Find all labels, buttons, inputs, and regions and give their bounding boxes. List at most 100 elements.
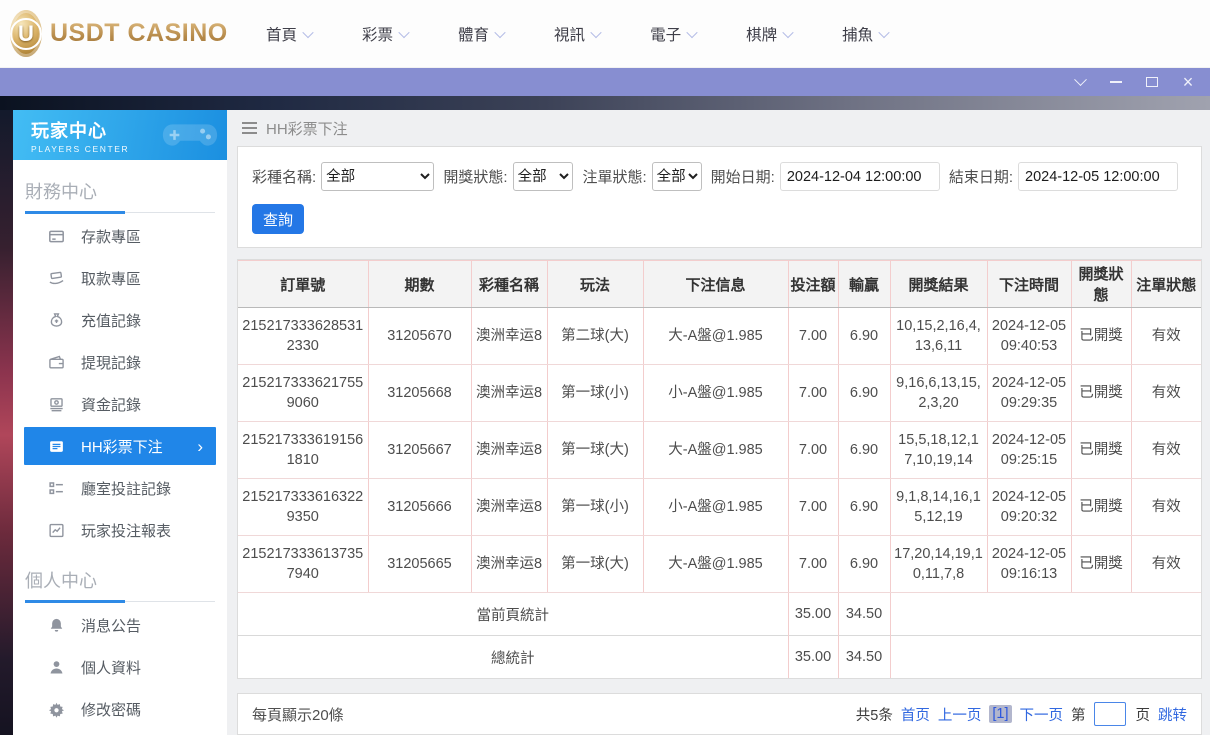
cell-draw-result: 9,1,8,14,16,15,12,19: [889, 478, 987, 537]
column-header: 開獎結果: [889, 260, 987, 309]
nav-item-label: 首頁: [266, 26, 298, 44]
nav-item-lottery[interactable]: 彩票: [362, 23, 410, 45]
page-prefix: 第: [1071, 707, 1086, 724]
cell-order-no: 2152173336191561810: [238, 421, 368, 480]
window-minimize-button[interactable]: [1108, 74, 1124, 90]
cell-win-loss: 6.90: [837, 307, 890, 366]
sidebar-item-label: HH彩票下注: [81, 438, 163, 456]
nav-item-slots[interactable]: 電子: [650, 23, 698, 45]
cell-draw-status: 已開獎: [1070, 307, 1131, 366]
sidebar-item-label: 存款專區: [81, 228, 142, 246]
sidebar-item-announcements[interactable]: 消息公告: [24, 606, 216, 644]
sidebar-item-withdrawal-records[interactable]: 提現記錄: [24, 343, 216, 381]
background-photo-strip: [0, 110, 13, 735]
cell-play: 第一球(大): [546, 535, 643, 594]
section-divider: [25, 211, 215, 214]
chevron-down-icon: [494, 26, 506, 38]
menu-icon[interactable]: [242, 122, 257, 135]
cell-draw-status: 已開獎: [1070, 535, 1131, 594]
cell-win-loss: 6.90: [837, 364, 890, 423]
sidebar-item-deposit[interactable]: 存款專區: [24, 217, 216, 255]
logo[interactable]: U USDT CASINO: [10, 10, 227, 57]
nav-menu: 首頁 彩票 體育 視訊 電子 棋牌 捕魚: [266, 23, 890, 45]
sidebar-item-withdraw[interactable]: 取款專區: [24, 259, 216, 297]
lottery-name-select[interactable]: 全部: [321, 162, 435, 192]
sidebar-section: 個人中心 消息公告 個人資料 修改密碼: [13, 559, 227, 728]
nav-item-live-video[interactable]: 視訊: [554, 23, 602, 45]
cell-bet-info: 大-A盤@1.985: [642, 535, 788, 594]
bets-table-panel: 訂單號 期數 彩種名稱 玩法 下注信息 投注額 輸贏 開獎結果 下注時間 開獎狀態 注單狀態 215…: [237, 259, 1202, 680]
cell-play: 第一球(小): [546, 364, 643, 423]
moneybag-icon: [48, 312, 66, 329]
page-number-input[interactable]: [1093, 702, 1126, 727]
grand-total-bet: 35.00: [787, 635, 838, 679]
section-divider: [25, 600, 215, 603]
column-header: 下注信息: [642, 260, 788, 309]
column-header: 下注時間: [986, 260, 1071, 309]
sidebar-item-player-bet-report[interactable]: 玩家投注報表: [24, 511, 216, 549]
sidebar-item-room-bet-records[interactable]: 廳室投註記錄: [24, 469, 216, 507]
column-header: 彩種名稱: [470, 260, 547, 309]
chevron-down-icon: [1073, 72, 1087, 86]
cell-lottery: 澳洲幸运8: [470, 478, 547, 537]
column-header: 期數: [367, 260, 471, 309]
cell-win-loss: 6.90: [837, 478, 890, 537]
sidebar-item-change-password[interactable]: 修改密碼: [24, 690, 216, 728]
cell-order-status: 有效: [1130, 535, 1201, 594]
column-header: 開獎狀態: [1070, 260, 1131, 309]
cell-draw-result: 9,16,6,13,15,2,3,20: [889, 364, 987, 423]
brand-name: USDT CASINO: [50, 19, 228, 47]
next-page-link[interactable]: 下一页: [1020, 704, 1064, 725]
chevron-down-icon: [686, 26, 698, 38]
cell-bet-amount: 7.00: [787, 307, 838, 366]
window-maximize-button[interactable]: [1144, 74, 1160, 90]
cell-draw-status: 已開獎: [1070, 364, 1131, 423]
cell-bet-time: 2024-12-05 09:16:13: [986, 535, 1071, 594]
search-button[interactable]: 查詢: [252, 204, 304, 235]
cell-period: 31205666: [367, 478, 471, 537]
nav-item-home[interactable]: 首頁: [266, 23, 314, 45]
cell-order-status: 有效: [1130, 307, 1201, 366]
withdraw-icon: [48, 270, 66, 287]
sidebar-item-label: 提現記錄: [81, 354, 142, 372]
current-page-indicator[interactable]: [1]: [989, 705, 1012, 724]
window-collapse-button[interactable]: [1072, 72, 1088, 90]
coin-letter: U: [10, 17, 42, 50]
grand-total-row: 總統計 35.00 34.50: [238, 635, 1201, 679]
order-status-select[interactable]: 全部: [651, 162, 702, 192]
sidebar-item-hh-lottery-bets[interactable]: HH彩票下注 ›: [24, 427, 216, 465]
sidebar-item-funds-records[interactable]: 資金記錄: [24, 385, 216, 423]
main-content: HH彩票下注 彩種名稱: 全部 開獎狀態: 全部 注單狀態: 全部 開始日期: …: [227, 110, 1210, 735]
cell-win-loss: 6.90: [837, 535, 890, 594]
nav-item-fishing[interactable]: 捕魚: [842, 23, 890, 45]
window-close-button[interactable]: ×: [1180, 73, 1196, 91]
cell-draw-status: 已開獎: [1070, 421, 1131, 480]
prev-page-link[interactable]: 上一页: [938, 704, 982, 725]
grand-total-empty: [889, 635, 1201, 679]
page-size-text: 每頁顯示20條: [252, 706, 344, 724]
chevron-down-icon: [398, 26, 410, 38]
table-row: 2152173336285312330 31205670 澳洲幸运8 第二球(大) 大-…: [238, 307, 1201, 366]
cell-order-no: 2152173336163229350: [238, 478, 368, 537]
nav-item-board-games[interactable]: 棋牌: [746, 23, 794, 45]
jump-link[interactable]: 跳转: [1158, 704, 1187, 725]
column-header: 投注額: [787, 260, 838, 309]
grand-total-win: 34.50: [837, 635, 890, 679]
chevron-right-icon: ›: [197, 436, 203, 456]
filter-row: 彩種名稱: 全部 開獎狀態: 全部 注單狀態: 全部 開始日期: 結束日期:: [252, 162, 1187, 192]
sidebar-item-label: 玩家投注報表: [81, 522, 172, 540]
sidebar-item-profile[interactable]: 個人資料: [24, 648, 216, 686]
first-page-link[interactable]: 首页: [901, 704, 930, 725]
start-date-input[interactable]: [779, 162, 940, 192]
page-root: U USDT CASINO 首頁 彩票 體育 視訊 電子 棋牌 捕魚 × 玩家中心 PLAY…: [0, 0, 1210, 735]
table-row: 2152173336163229350 31205666 澳洲幸运8 第一球(小) 小-…: [238, 478, 1201, 537]
draw-status-select[interactable]: 全部: [512, 162, 574, 192]
maximize-icon: [1146, 77, 1158, 87]
bell-icon: [48, 617, 66, 634]
nav-item-sports[interactable]: 體育: [458, 23, 506, 45]
end-date-input[interactable]: [1018, 162, 1178, 192]
sidebar-item-recharge-records[interactable]: 充值記錄: [24, 301, 216, 339]
pagination-bar: 每頁顯示20條 共5条 首页 上一页 [1] 下一页 第 页 跳转: [237, 693, 1202, 735]
page-total-win: 34.50: [837, 592, 890, 636]
table-row: 2152173336137357940 31205665 澳洲幸运8 第一球(大) 大-…: [238, 535, 1201, 594]
